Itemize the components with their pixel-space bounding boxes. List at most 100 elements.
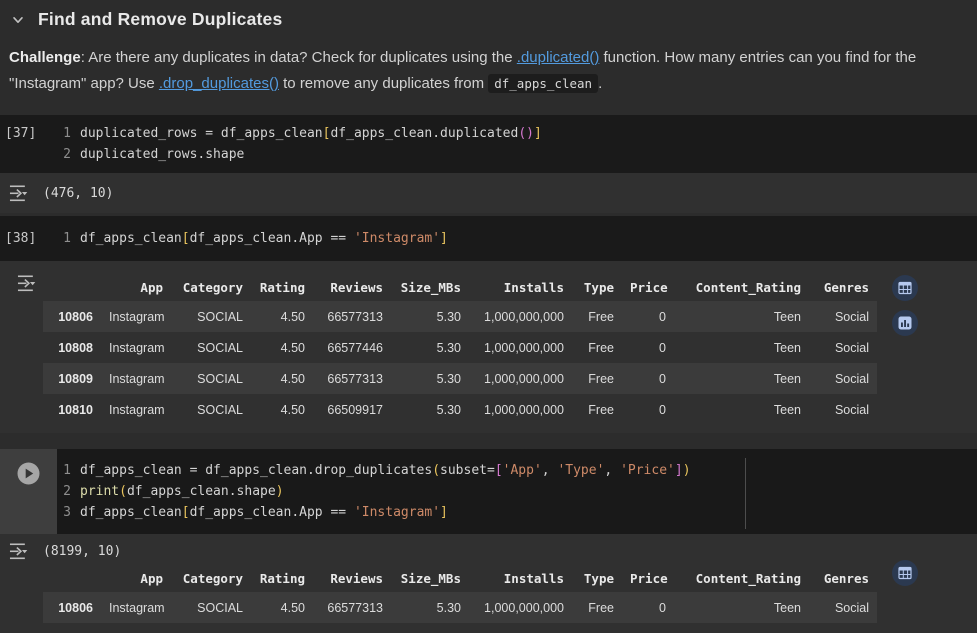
table-cell: SOCIAL	[197, 340, 243, 355]
column-header: Size_MBs	[400, 279, 461, 295]
code-token: 'Type'	[557, 463, 605, 478]
chevron-down-icon[interactable]	[9, 11, 27, 29]
table-cell: SOCIAL	[197, 402, 243, 417]
execution-count-label: [38]	[5, 231, 37, 246]
table-cell: 5.30	[436, 371, 461, 386]
output-arrow-icon[interactable]	[8, 542, 30, 560]
code-token: )	[275, 484, 284, 499]
code-line[interactable]: 2 duplicated_rows.shape	[57, 144, 977, 165]
code-token: df_apps_clean.duplicated	[330, 126, 519, 141]
code-line[interactable]: 1 duplicated_rows = df_apps_clean[df_apps…	[57, 123, 977, 144]
table-cell: 4.50	[280, 600, 305, 615]
column-header: Installs	[503, 279, 564, 295]
code-token: ]	[674, 463, 683, 478]
code-token: [	[181, 231, 190, 246]
table-cell: 10808	[58, 340, 93, 355]
column-header: Genres	[823, 570, 869, 586]
chart-view-button[interactable]	[892, 310, 918, 336]
table-cell: SOCIAL	[197, 371, 243, 386]
code-editor[interactable]: 1 duplicated_rows = df_apps_clean[df_apps…	[57, 123, 977, 165]
drop-duplicates-link[interactable]: .drop_duplicates()	[159, 75, 279, 92]
table-cell: Instagram	[109, 309, 165, 324]
line-number: 1	[63, 231, 71, 246]
code-token: print	[80, 484, 120, 499]
table-row: 10810 Instagram SOCIAL 4.50 66509917 5.30 1,00…	[43, 394, 877, 425]
challenge-paragraph: Challenge: Are there any duplicates in d…	[9, 45, 969, 97]
table-cell: 66577446	[327, 340, 383, 355]
duplicated-link[interactable]: .duplicated()	[517, 49, 600, 66]
column-header: Genres	[823, 279, 869, 295]
table-header-row: App Category Rating Reviews Size_MBs Installs…	[43, 564, 877, 592]
output-text: (476, 10)	[43, 185, 114, 201]
code-token: ]	[440, 231, 448, 246]
code-cell-38: [38] 1 df_apps_clean[df_apps_clean.App ==…	[0, 216, 977, 261]
table-cell: Free	[588, 309, 614, 324]
table-cell: 5.30	[436, 309, 461, 324]
code-line[interactable]: 3 df_apps_clean[df_apps_clean.App == 'Ins…	[57, 502, 977, 523]
column-header: App	[140, 570, 163, 586]
output-arrow-icon[interactable]	[16, 274, 38, 292]
table-cell: 0	[659, 340, 666, 355]
code-token: df_apps_clean = df_apps_clean.drop_dupli…	[80, 463, 433, 478]
code-token: 'Instagram'	[353, 231, 441, 246]
code-token: [	[494, 463, 503, 478]
table-cell: Free	[588, 402, 614, 417]
column-header: Rating	[259, 279, 305, 295]
table-cell: 10810	[58, 402, 93, 417]
section-header: Find and Remove Duplicates	[0, 0, 977, 30]
column-header: Rating	[259, 570, 305, 586]
table-cell: 4.50	[280, 371, 305, 386]
code-token: ()	[518, 126, 534, 141]
column-header: App	[140, 279, 163, 295]
section-title: Find and Remove Duplicates	[38, 9, 283, 29]
run-cell-button[interactable]	[17, 462, 40, 485]
code-token: 'App'	[502, 463, 542, 478]
table-view-button[interactable]	[892, 560, 918, 586]
code-editor[interactable]: 1 df_apps_clean[df_apps_clean.App == 'Ins…	[57, 228, 977, 249]
column-header: Size_MBs	[400, 570, 461, 586]
table-cell: 5.30	[436, 402, 461, 417]
table-cell: 66577313	[327, 309, 383, 324]
table-cell: Teen	[773, 309, 801, 324]
table-cell: Free	[588, 340, 614, 355]
column-header: Type	[583, 570, 614, 586]
code-cell-running: 1 df_apps_clean = df_apps_clean.drop_dupl…	[0, 449, 977, 534]
code-token: (	[119, 484, 127, 499]
table-cell: 4.50	[280, 402, 305, 417]
column-header	[43, 564, 101, 592]
table-cell: SOCIAL	[197, 309, 243, 324]
code-token: df_apps_clean.App ==	[189, 505, 354, 520]
code-line[interactable]: 1 df_apps_clean[df_apps_clean.App == 'Ins…	[57, 228, 977, 249]
code-editor[interactable]: 1 df_apps_clean = df_apps_clean.drop_dupl…	[57, 449, 977, 534]
table-cell: 10806	[58, 600, 93, 615]
code-token: ]	[533, 126, 542, 141]
table-cell: 0	[659, 600, 666, 615]
column-header	[43, 273, 101, 301]
table-cell: Instagram	[109, 600, 165, 615]
column-header: Reviews	[330, 570, 383, 586]
table-cell: 5.30	[436, 340, 461, 355]
column-header: Content_Rating	[695, 570, 801, 586]
column-header: Reviews	[330, 279, 383, 295]
code-token: df_apps_clean.shape	[126, 484, 276, 499]
column-header: Type	[583, 279, 614, 295]
text-run: to remove any duplicates from	[278, 75, 489, 92]
code-token: 'Price'	[620, 463, 675, 478]
output-row-shape: (8199, 10)	[0, 542, 977, 560]
output-arrow-icon[interactable]	[8, 184, 30, 202]
code-token: (	[432, 463, 441, 478]
code-token: ,	[541, 463, 558, 478]
table-cell: 0	[659, 309, 666, 324]
code-line[interactable]: 2 print(df_apps_clean.shape)	[57, 481, 977, 502]
code-token: duplicated_rows.shape	[80, 147, 245, 162]
table-cell: 0	[659, 371, 666, 386]
column-header: Content_Rating	[695, 279, 801, 295]
table-row: 10806 Instagram SOCIAL 4.50 66577313 5.30 1,00…	[43, 301, 877, 332]
code-token: subset=	[440, 463, 495, 478]
line-number: 1	[63, 463, 71, 478]
dataframe-table: App Category Rating Reviews Size_MBs Installs…	[43, 273, 877, 425]
line-number: 2	[63, 147, 71, 162]
table-view-button[interactable]	[892, 275, 918, 301]
code-line[interactable]: 1 df_apps_clean = df_apps_clean.drop_dupl…	[57, 460, 977, 481]
cell-gutter	[0, 449, 57, 534]
